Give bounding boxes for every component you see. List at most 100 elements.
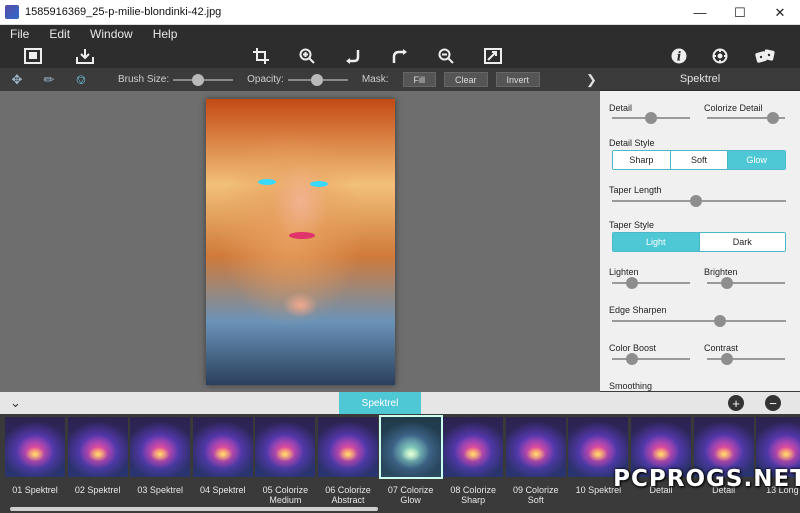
detail-slider[interactable] [612, 112, 690, 124]
preset-thumbnail [505, 417, 566, 477]
export-icon[interactable] [74, 43, 96, 68]
preset-label: 02 Spektrel [74, 485, 121, 495]
preset-label: 08 Colorize Sharp [450, 485, 496, 505]
opacity-slider[interactable] [287, 73, 348, 86]
category-tab-spektrel[interactable]: Spektrel [339, 392, 421, 414]
minimize-icon[interactable]: — [680, 0, 720, 25]
close-icon[interactable]: ✕ [760, 0, 800, 25]
preset-thumbnail [192, 417, 253, 477]
preset-thumbnail [255, 417, 316, 477]
main-toolbar: i [0, 43, 800, 68]
watermark: PCPROGS.NET [613, 466, 800, 492]
photo-eye-left [258, 179, 276, 185]
brighten-slider[interactable] [707, 277, 785, 289]
title-bar: 1585916369_25-p-milie-blondinki-42.jpg —… [0, 0, 800, 25]
preset-label: 06 Colorize Abstract [325, 485, 371, 505]
invert-button[interactable]: Invert [495, 72, 541, 87]
eraser-icon[interactable]: ⎊ [72, 71, 90, 89]
mask-label: Mask: [361, 74, 389, 85]
preset-item[interactable]: 01 Spektrel [5, 417, 65, 495]
lighten-slider[interactable] [612, 277, 690, 289]
preset-item[interactable]: 08 Colorize Sharp [443, 417, 504, 505]
clear-button[interactable]: Clear [444, 72, 488, 87]
opacity-label: Opacity: [247, 74, 284, 85]
category-strip: ⌄ Spektrel + − [0, 392, 800, 414]
menu-edit[interactable]: Edit [39, 27, 80, 41]
undo-icon[interactable] [342, 43, 364, 68]
detail-style-sharp[interactable]: Sharp [613, 151, 671, 169]
preset-item[interactable]: 05 Colorize Medium [255, 417, 316, 505]
menu-bar: File Edit Window Help [0, 25, 800, 43]
preset-thumbnail [5, 417, 65, 477]
crop-icon[interactable] [250, 43, 272, 68]
menu-help[interactable]: Help [143, 27, 188, 41]
zoom-out-icon[interactable] [435, 43, 457, 68]
fill-button[interactable]: Fill [402, 72, 436, 87]
preset-label: 01 Spektrel [12, 485, 58, 495]
menu-window[interactable]: Window [80, 27, 143, 41]
remove-preset-icon[interactable]: − [765, 395, 781, 411]
brush-icon[interactable]: ✏ [40, 71, 58, 89]
info-icon[interactable]: i [668, 43, 690, 68]
taper-length-label: Taper Length [609, 185, 662, 195]
preset-label: 04 Spektrel [200, 485, 246, 495]
preset-thumbnail [443, 417, 504, 477]
settings-panel: ❯ Spektrel Detail Colorize Detail Detail… [586, 68, 800, 391]
preset-item[interactable]: 09 Colorize Soft [505, 417, 566, 505]
edge-sharpen-slider[interactable] [612, 315, 786, 327]
color-boost-label: Color Boost [609, 343, 657, 353]
image-canvas[interactable] [0, 91, 600, 392]
preset-thumbnail [67, 417, 128, 477]
redo-icon[interactable] [389, 43, 411, 68]
app-icon [5, 5, 19, 19]
brighten-label: Brighten [704, 267, 738, 277]
panel-header: ❯ Spektrel [586, 68, 800, 91]
fit-screen-icon[interactable] [22, 43, 44, 68]
edited-photo [206, 99, 395, 385]
preset-item[interactable]: 06 Colorize Abstract [318, 417, 378, 505]
preset-label: 05 Colorize Medium [262, 485, 309, 505]
brush-size-slider[interactable] [173, 73, 234, 86]
detail-style-label: Detail Style [609, 138, 655, 148]
photo-lips [289, 232, 315, 239]
color-boost-slider[interactable] [612, 353, 690, 365]
chevron-down-icon[interactable]: ⌄ [10, 395, 21, 411]
zoom-in-icon[interactable] [296, 43, 318, 68]
contrast-slider[interactable] [707, 353, 785, 365]
lighten-label: Lighten [609, 267, 639, 277]
detail-style-selector: Sharp Soft Glow [612, 150, 786, 170]
menu-file[interactable]: File [0, 27, 39, 41]
maximize-icon[interactable]: ☐ [720, 0, 760, 25]
preset-thumbnail [378, 415, 443, 479]
colorize-detail-slider[interactable] [707, 112, 785, 124]
taper-style-selector: Light Dark [612, 232, 786, 252]
preset-label: 07 Colorize Glow [387, 485, 434, 505]
photo-eye-right [310, 181, 328, 187]
window-title: 1585916369_25-p-milie-blondinki-42.jpg [25, 6, 222, 18]
collapse-panel-icon[interactable]: ❯ [586, 72, 597, 88]
smoothing-label: Smoothing [609, 381, 653, 391]
brush-size-label: Brush Size: [118, 74, 170, 85]
preset-scrollbar[interactable] [10, 507, 378, 511]
preset-item[interactable]: 07 Colorize Glow [378, 415, 443, 505]
panel-body: Detail Colorize Detail Detail Style Shar… [600, 91, 800, 391]
compare-icon[interactable] [482, 43, 504, 68]
preset-thumbnail [318, 417, 378, 477]
taper-style-light[interactable]: Light [613, 233, 700, 251]
random-dice-icon[interactable] [754, 43, 776, 68]
contrast-label: Contrast [704, 343, 739, 353]
settings-icon[interactable] [709, 43, 731, 68]
svg-text:i: i [677, 49, 682, 63]
detail-style-glow[interactable]: Glow [728, 151, 785, 169]
brush-toolbar: ✥ ✏ ⎊ Brush Size: Opacity: Mask: Fill Cl… [0, 68, 600, 91]
taper-style-dark[interactable]: Dark [699, 233, 785, 251]
preset-item[interactable]: 02 Spektrel [67, 417, 128, 495]
taper-length-slider[interactable] [612, 195, 786, 207]
taper-style-label: Taper Style [609, 220, 655, 230]
preset-item[interactable]: 04 Spektrel [192, 417, 253, 495]
add-preset-icon[interactable]: + [728, 395, 744, 411]
detail-style-soft[interactable]: Soft [670, 151, 729, 169]
move-icon[interactable]: ✥ [8, 71, 26, 89]
preset-label: 03 Spektrel [137, 485, 183, 495]
preset-item[interactable]: 03 Spektrel [130, 417, 191, 495]
